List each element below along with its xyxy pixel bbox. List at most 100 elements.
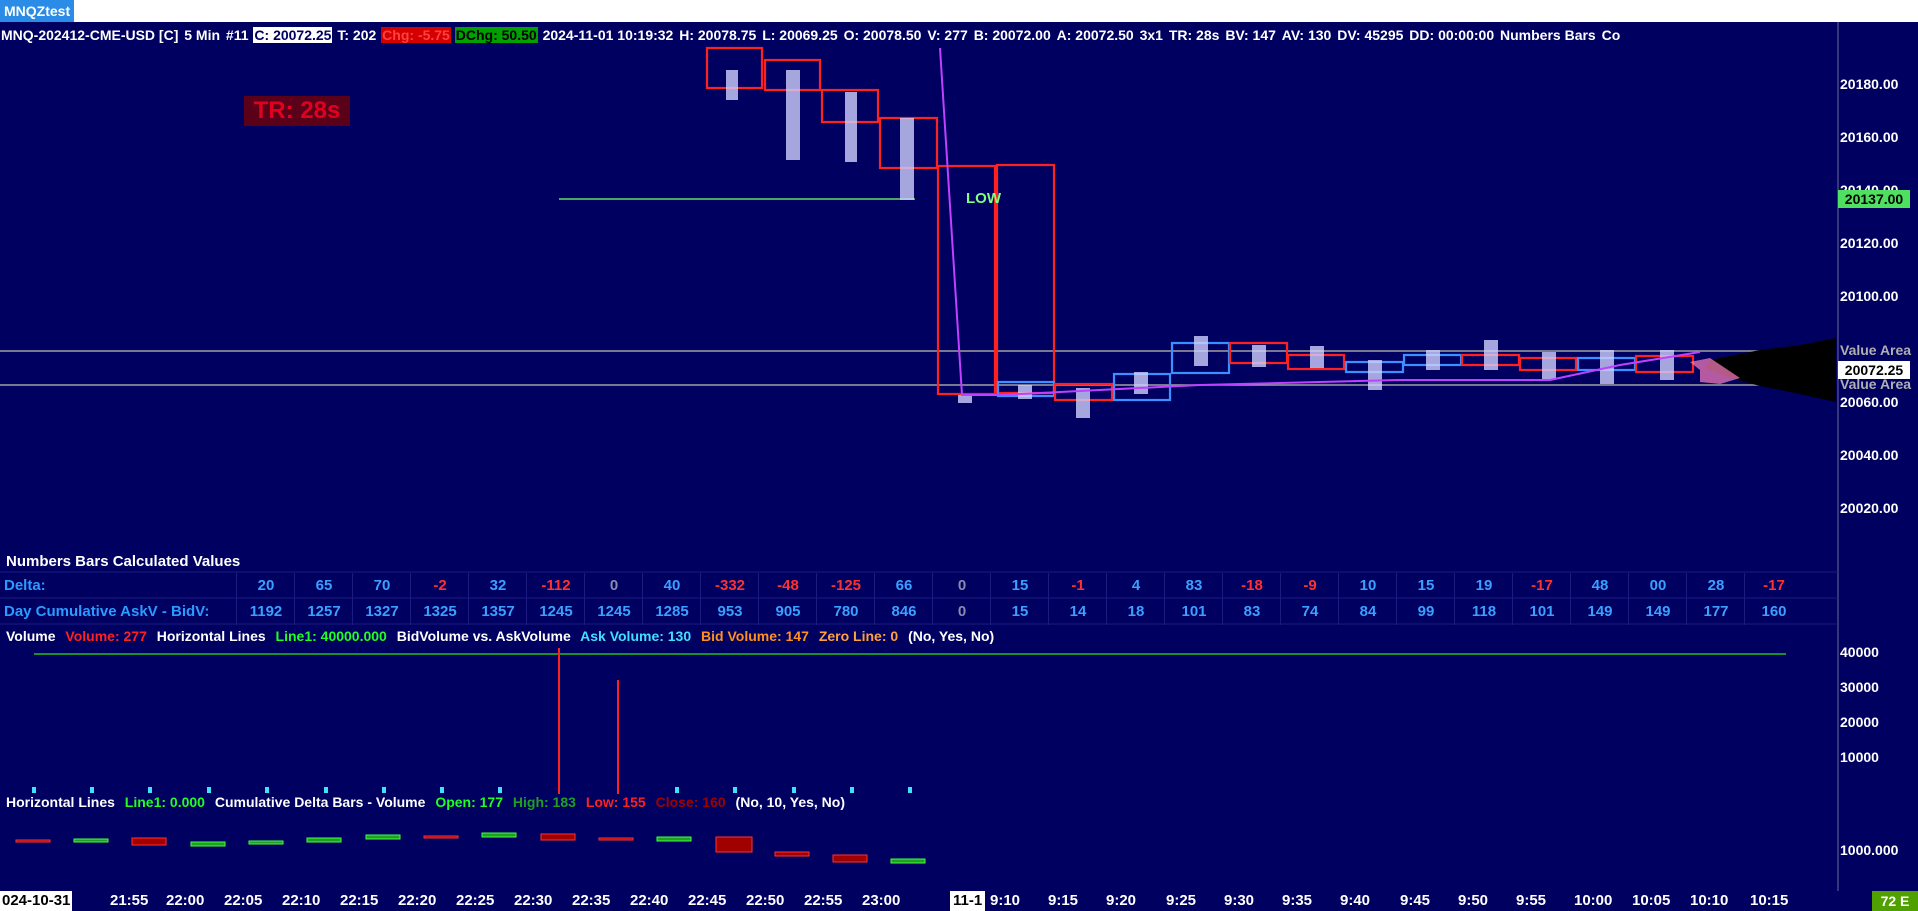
table-cell: 780 xyxy=(816,599,875,625)
table-cell: -112 xyxy=(526,573,585,599)
volume-axis-label: 20000 xyxy=(1840,714,1879,730)
table-cell: 70 xyxy=(352,573,411,599)
numbers-table-title: Numbers Bars Calculated Values xyxy=(6,553,241,570)
table-cell: 20 xyxy=(236,573,295,599)
time-tick: 22:40 xyxy=(630,892,669,909)
header-datetime: 2024-11-01 10:19:32 xyxy=(542,27,674,43)
header-tail: Co xyxy=(1601,27,1621,43)
table-cell: 10 xyxy=(1338,573,1397,599)
chart-tab[interactable]: MNQZtest xyxy=(0,0,75,22)
price-axis-label: 20020.00 xyxy=(1840,500,1899,516)
table-cell: 32 xyxy=(468,573,527,599)
table-cell: 1245 xyxy=(526,599,585,625)
table-cell: 1325 xyxy=(410,599,469,625)
cd-low-value: Low: 155 xyxy=(585,794,646,810)
header-chart-number: #11 xyxy=(225,27,249,43)
volume-small-bars xyxy=(32,787,912,793)
header-bid: B: 20072.00 xyxy=(973,27,1051,43)
table-cell: -17 xyxy=(1512,573,1571,599)
table-cell: 1327 xyxy=(352,599,411,625)
table-cell: 1357 xyxy=(468,599,527,625)
table-cell: -332 xyxy=(700,573,759,599)
cd-open-value: Open: 177 xyxy=(435,794,504,810)
table-cell: 149 xyxy=(1570,599,1629,625)
table-cell: 83 xyxy=(1164,573,1223,599)
table-cell: 66 xyxy=(874,573,933,599)
table-cell: 0 xyxy=(932,599,991,625)
table-cell: 177 xyxy=(1686,599,1745,625)
time-tick: 9:35 xyxy=(1282,892,1313,909)
table-cell: -18 xyxy=(1222,573,1281,599)
time-tick: 9:15 xyxy=(1048,892,1079,909)
table-cell: 905 xyxy=(758,599,817,625)
table-cell: 15 xyxy=(1396,573,1455,599)
table-cell: 101 xyxy=(1164,599,1223,625)
reference-price-tag: 20137.00 xyxy=(1838,190,1910,208)
time-tick: 9:10 xyxy=(990,892,1021,909)
time-tick: 9:20 xyxy=(1106,892,1137,909)
table-cell: -48 xyxy=(758,573,817,599)
table-cell: 4 xyxy=(1106,573,1165,599)
time-tick: 9:40 xyxy=(1340,892,1371,909)
header-dd: DD: 00:00:00 xyxy=(1409,27,1495,43)
header-volume: V: 277 xyxy=(927,27,968,43)
time-tick: 9:55 xyxy=(1516,892,1547,909)
table-cell: 1245 xyxy=(584,599,643,625)
header-low: L: 20069.25 xyxy=(762,27,838,43)
cd-close-value: Close: 160 xyxy=(655,794,726,810)
bva-study-name: BidVolume vs. AskVolume xyxy=(396,628,571,644)
table-cell: 0 xyxy=(932,573,991,599)
table-cell: -9 xyxy=(1280,573,1339,599)
time-tick: 21:55 xyxy=(110,892,149,909)
header-time-remaining: TR: 28s xyxy=(1168,27,1220,43)
header-ask-volume: AV: 130 xyxy=(1281,27,1332,43)
volume-axis-label: 10000 xyxy=(1840,749,1879,765)
bid-volume-value: Bid Volume: 147 xyxy=(701,628,809,644)
table-cell: 48 xyxy=(1570,573,1629,599)
time-tick: 22:05 xyxy=(224,892,263,909)
date-mid-label: 11-1 xyxy=(950,891,986,911)
cd-flags: (No, 10, Yes, No) xyxy=(735,794,845,810)
table-cell: -125 xyxy=(816,573,875,599)
volume-study-name: Volume xyxy=(6,628,56,644)
volume-axis-label: 30000 xyxy=(1840,679,1879,695)
cumulative-row-label: Day Cumulative AskV - BidV: xyxy=(4,603,210,620)
table-cell: 101 xyxy=(1512,599,1571,625)
cumulative-row: Day Cumulative AskV - BidV: 1192 1257 1327… xyxy=(0,599,1840,625)
time-tick: 23:00 xyxy=(862,892,901,909)
volume-flags: (No, Yes, No) xyxy=(908,628,995,644)
time-tick: 22:10 xyxy=(282,892,321,909)
table-cell: -17 xyxy=(1744,573,1803,599)
time-tick: 10:10 xyxy=(1690,892,1729,909)
header-change: Chg: -5.75 xyxy=(381,27,451,43)
table-cell: 18 xyxy=(1106,599,1165,625)
price-axis-label: 20040.00 xyxy=(1840,447,1899,463)
table-cell: 1257 xyxy=(294,599,353,625)
time-tick: 9:30 xyxy=(1224,892,1255,909)
time-tick: 22:30 xyxy=(514,892,553,909)
ask-volume-value: Ask Volume: 130 xyxy=(580,628,692,644)
table-cell: 118 xyxy=(1454,599,1513,625)
table-cell: 65 xyxy=(294,573,353,599)
time-tick: 22:15 xyxy=(340,892,379,909)
cum-delta-bars xyxy=(15,832,926,864)
zero-line-value: Zero Line: 0 xyxy=(818,628,899,644)
table-cell: 846 xyxy=(874,599,933,625)
line1-value: Line1: 40000.000 xyxy=(275,628,387,644)
cd-study-name: Cumulative Delta Bars - Volume xyxy=(214,794,426,810)
header-bid-volume: BV: 147 xyxy=(1225,27,1276,43)
date-left-label: 024-10-31 xyxy=(0,891,73,911)
chart-canvas[interactable] xyxy=(0,22,1918,911)
chart-header: MNQ-202412-CME-USD [C] 5 Min #11 C: 2007… xyxy=(0,24,1840,46)
table-cell: 15 xyxy=(990,573,1049,599)
low-marker-label: LOW xyxy=(966,190,1001,207)
corner-badge: 72 E xyxy=(1872,891,1918,911)
time-remaining-badge: TR: 28s xyxy=(244,96,350,126)
table-cell: 1192 xyxy=(236,599,295,625)
time-tick: 22:00 xyxy=(166,892,205,909)
price-axis-label: 20060.00 xyxy=(1840,394,1899,410)
time-tick: 9:25 xyxy=(1166,892,1197,909)
header-day-volume: DV: 45295 xyxy=(1337,27,1404,43)
delta-row: Delta: 20 65 70 -2 32 -112 0 40 -332 -48 -125 66 0 15… xyxy=(0,573,1840,599)
value-area-low-label: Value Area xyxy=(1840,376,1912,392)
